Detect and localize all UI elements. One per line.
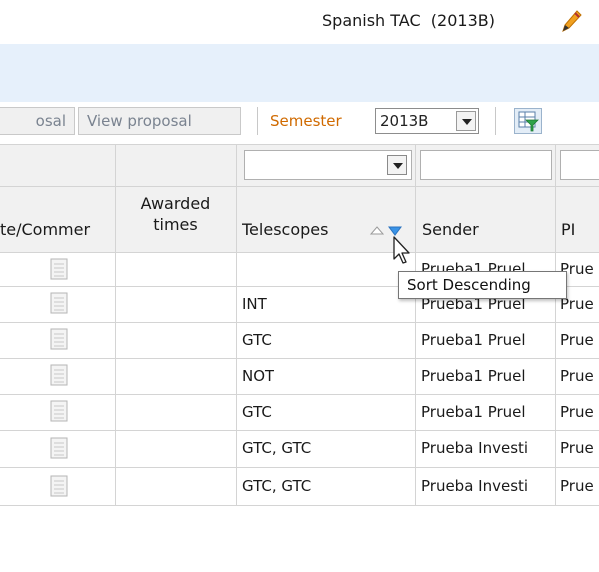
cell-sender: Prueba1 Pruel [421, 331, 526, 349]
semester-value: 2013B [380, 112, 429, 130]
grid-line [555, 144, 556, 506]
cell-telescopes: GTC [242, 331, 272, 349]
cell-pi: Prue [560, 367, 594, 385]
pencil-edit-icon[interactable] [558, 8, 584, 34]
header-band [0, 44, 599, 102]
table-header-row [0, 186, 599, 252]
sort-ascending-icon[interactable] [369, 225, 385, 237]
grid-line [0, 430, 599, 431]
mouse-cursor-icon [393, 236, 410, 264]
top-header: Spanish TAC (2013B) [0, 0, 599, 44]
document-icon[interactable] [50, 328, 68, 350]
chevron-down-icon[interactable] [456, 111, 476, 131]
sender-filter-input[interactable] [420, 150, 552, 180]
grid-line [0, 467, 599, 468]
column-header-awarded-times[interactable]: Awarded times [118, 193, 233, 235]
toolbar-separator [495, 107, 496, 135]
column-header-sender[interactable]: Sender [422, 220, 479, 239]
toolbar-separator [257, 107, 258, 135]
cell-sender: Prueba Investi [421, 477, 529, 495]
document-icon[interactable] [50, 258, 68, 280]
cell-sender: Prueba1 Pruel [421, 367, 526, 385]
grid-line [415, 144, 416, 506]
cell-sender: Prueba Investi [421, 439, 529, 457]
chevron-down-icon[interactable] [387, 155, 407, 175]
filter-table-icon [518, 111, 539, 132]
tac-title: Spanish TAC (2013B) [322, 11, 495, 30]
cell-pi: Prue [560, 477, 594, 495]
semester-label: Semester [270, 112, 342, 130]
grid-line [0, 186, 599, 187]
proposal-button[interactable]: osal [0, 107, 75, 135]
grid-line [0, 394, 599, 395]
document-icon[interactable] [50, 437, 68, 459]
document-icon[interactable] [50, 364, 68, 386]
column-header-telescopes[interactable]: Telescopes [242, 220, 328, 239]
cell-telescopes: NOT [242, 367, 275, 385]
filter-button[interactable] [514, 108, 542, 134]
column-header-note-comment[interactable]: te/Commer [0, 220, 114, 239]
semester-select[interactable]: 2013B [375, 108, 479, 134]
view-proposal-button[interactable]: View proposal [78, 107, 241, 135]
pi-filter-input[interactable] [560, 150, 599, 180]
cell-pi: Prue [560, 439, 594, 457]
cell-pi: Prue [560, 331, 594, 349]
column-header-pi[interactable]: PI [561, 220, 575, 239]
cell-telescopes: GTC [242, 403, 272, 421]
document-icon[interactable] [50, 400, 68, 422]
cell-telescopes: GTC, GTC [242, 439, 312, 457]
grid-line [0, 144, 599, 145]
cell-sender: Prueba1 Pruel [421, 403, 526, 421]
cell-telescopes: GTC, GTC [242, 477, 312, 495]
telescopes-filter-select[interactable] [244, 150, 412, 180]
cell-telescopes: INT [242, 295, 267, 313]
grid-line [115, 144, 116, 506]
document-icon[interactable] [50, 292, 68, 314]
cell-pi: Prue [560, 403, 594, 421]
grid-line [0, 358, 599, 359]
grid-line [236, 144, 237, 506]
grid-line [0, 505, 599, 506]
grid-line [0, 322, 599, 323]
document-icon[interactable] [50, 475, 68, 497]
sort-tooltip: Sort Descending [398, 271, 567, 299]
